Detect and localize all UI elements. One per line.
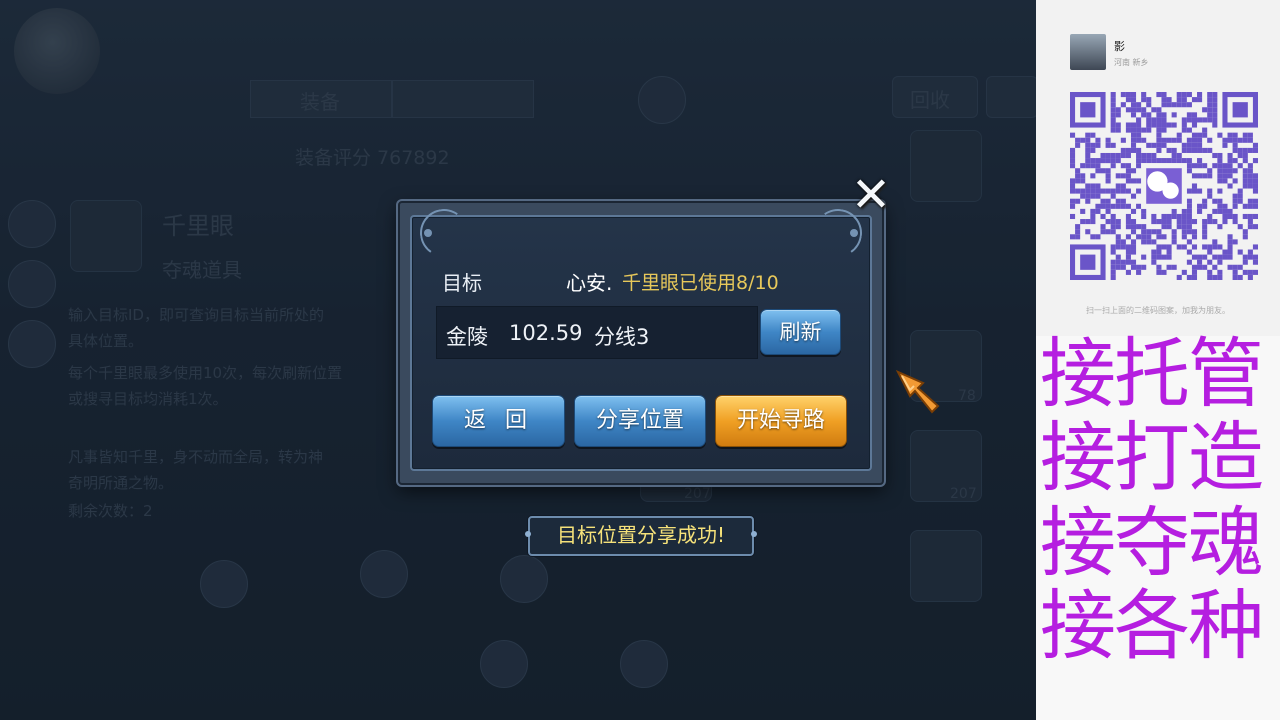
share-location-button[interactable]: 分享位置 [574, 395, 706, 447]
profile-name: 影 [1114, 40, 1125, 53]
ad-line: 接托管 [1040, 329, 1264, 418]
toast-pip-icon [751, 531, 757, 537]
ornament-dot-icon [424, 229, 432, 237]
wechat-qr-card: 影 河南 新乡 扫一扫上面的二维码图案，加我为朋友。 [1036, 0, 1280, 336]
close-icon[interactable]: ✕ [848, 171, 894, 219]
qr-code [1070, 92, 1258, 280]
back-button[interactable]: 返 回 [432, 395, 565, 447]
target-label: 目标 [442, 271, 482, 295]
location-line: 分线3 [594, 325, 650, 349]
target-name: 心安. [566, 271, 613, 295]
toast-pip-icon [525, 531, 531, 537]
ad-text-block: 接托管 接打造 接夺魂 接各种 [1036, 329, 1280, 720]
ad-line: 接夺魂 [1040, 498, 1264, 587]
qr-hint: 扫一扫上面的二维码图案，加我为朋友。 [1086, 306, 1230, 315]
ad-line: 接各种 [1040, 581, 1264, 670]
toast-notification: 目标位置分享成功! [525, 516, 757, 556]
profile-avatar [1070, 34, 1106, 70]
cursor-arrow-icon [896, 370, 940, 414]
refresh-button[interactable]: 刷新 [760, 309, 841, 355]
toast-message: 目标位置分享成功! [556, 523, 726, 547]
ornament-dot-icon [850, 229, 858, 237]
location-display: 金陵 102.59 分线3 [436, 306, 758, 359]
profile-location: 河南 新乡 [1114, 58, 1149, 67]
start-pathfinding-button[interactable]: 开始寻路 [715, 395, 847, 447]
ad-line: 接打造 [1040, 413, 1264, 502]
location-city: 金陵 [446, 325, 488, 349]
usage-counter: 千里眼已使用8/10 [622, 272, 779, 294]
location-coords: 102.59 [509, 321, 583, 345]
side-panel: 影 河南 新乡 扫一扫上面的二维码图案，加我为朋友。 接托管 接打造 接夺魂 接… [1036, 0, 1280, 720]
